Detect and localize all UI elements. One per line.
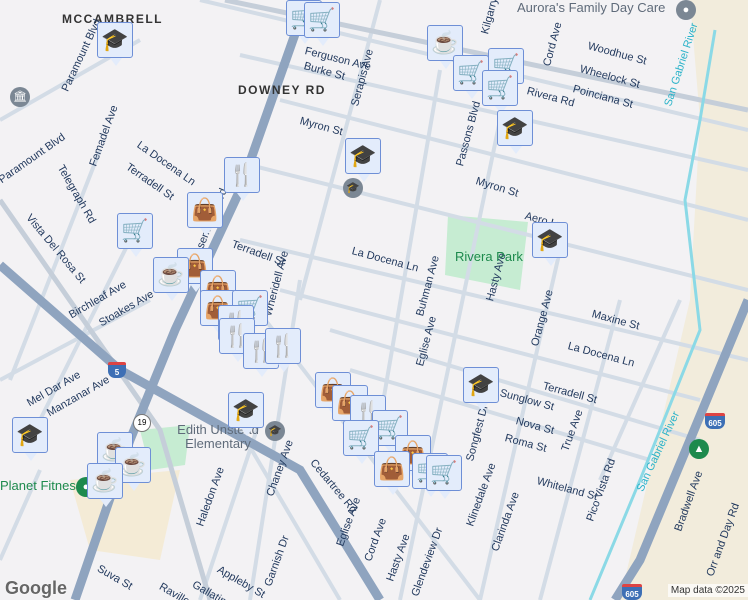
school-icon: 🎓 xyxy=(232,397,260,422)
map-marker[interactable]: 🛒 xyxy=(343,420,379,464)
cart-icon: 🛒 xyxy=(308,7,336,32)
map-marker[interactable]: 🎓 xyxy=(12,417,48,461)
shopping-bag-icon: 👜 xyxy=(191,197,219,222)
route-19-shield: 19 xyxy=(133,414,151,432)
coffee-icon: ☕ xyxy=(157,262,185,287)
interstate-605-shield: 605 xyxy=(622,584,642,600)
cart-icon: 🛒 xyxy=(121,218,149,243)
map-marker[interactable]: 🛒 xyxy=(482,70,518,114)
map-marker[interactable]: 🎓 xyxy=(345,138,381,182)
museum-pin-icon[interactable]: 🏛 xyxy=(10,87,30,107)
map-marker[interactable]: 🛒 xyxy=(304,2,340,46)
cart-icon: 🛒 xyxy=(430,460,458,485)
map-marker[interactable]: 🎓 xyxy=(497,110,533,154)
google-logo: Google xyxy=(5,578,67,598)
map-marker[interactable]: 🎓 xyxy=(532,222,568,266)
map-attribution[interactable]: Map data ©2025 xyxy=(667,584,748,597)
coffee-icon: ☕ xyxy=(431,30,459,55)
park-tree-icon[interactable]: ▲ xyxy=(689,439,709,459)
cart-icon: 🛒 xyxy=(486,75,514,100)
map-marker[interactable]: ☕ xyxy=(87,463,123,507)
school-icon: 🎓 xyxy=(467,372,495,397)
school-icon: 🎓 xyxy=(16,422,44,447)
gym-label[interactable]: Planet Fitness xyxy=(0,478,82,493)
daycare-label[interactable]: Aurora's Family Day Care xyxy=(517,0,665,15)
area-label: DOWNEY RD xyxy=(238,83,326,97)
park-label[interactable]: Rivera Park xyxy=(455,249,523,264)
map-marker[interactable]: 🛒 xyxy=(426,455,462,499)
school-icon: 🎓 xyxy=(101,27,129,52)
school-icon: 🎓 xyxy=(536,227,564,252)
map-marker[interactable]: 👜 xyxy=(187,192,223,236)
shopping-bag-icon: 👜 xyxy=(378,456,406,481)
map-marker[interactable]: 🎓 xyxy=(97,22,133,66)
dining-icon: 🍴 xyxy=(269,333,297,358)
map-marker[interactable]: 👜 xyxy=(374,451,410,495)
school-icon: 🎓 xyxy=(501,115,529,140)
map-marker[interactable]: 🛒 xyxy=(117,213,153,257)
school-icon: 🎓 xyxy=(349,143,377,168)
daycare-pin-icon[interactable]: ● xyxy=(676,0,696,20)
map-marker[interactable]: ☕ xyxy=(153,257,189,301)
map-marker[interactable]: 🍴 xyxy=(265,328,301,372)
cart-icon: 🛒 xyxy=(347,425,375,450)
coffee-icon: ☕ xyxy=(91,468,119,493)
coffee-icon: ☕ xyxy=(119,452,147,477)
map-canvas[interactable]: MCCAMBRELL DOWNEY RD Ferguson Ave Burke … xyxy=(0,0,748,600)
school-pin-icon[interactable]: 🎓 xyxy=(265,421,285,441)
interstate-605-shield: 605 xyxy=(705,413,725,429)
map-marker[interactable]: 🎓 xyxy=(228,392,264,436)
interstate-5-shield: 5 xyxy=(108,362,126,378)
map-marker[interactable]: 🎓 xyxy=(463,367,499,411)
dining-icon: 🍴 xyxy=(228,162,256,187)
map-marker[interactable]: 🍴 xyxy=(224,157,260,201)
cart-icon: 🛒 xyxy=(457,60,485,85)
